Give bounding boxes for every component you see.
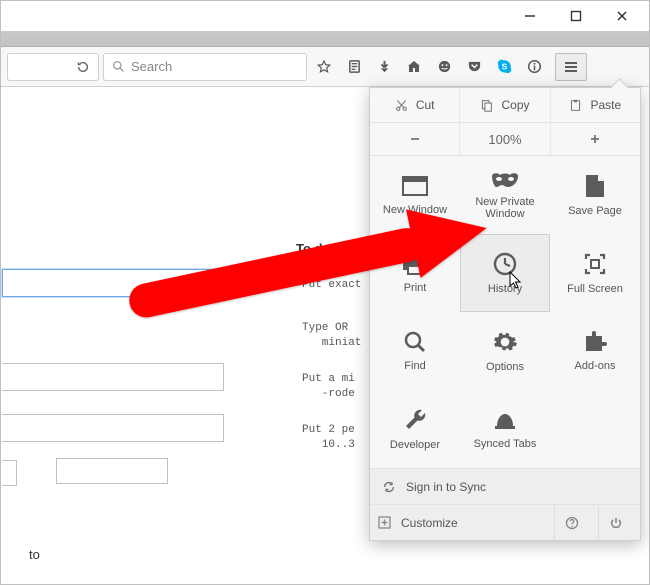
quit-button[interactable] [598, 506, 632, 540]
input-field-1[interactable] [2, 269, 224, 297]
menu-developer[interactable]: Developer [370, 390, 460, 468]
window-titlebar [1, 1, 649, 31]
app-menu-panel: Cut Copy Paste 100% New Window New Priva… [369, 87, 641, 541]
power-icon [609, 516, 623, 530]
menu-print[interactable]: Print [370, 234, 460, 312]
svg-text:S: S [501, 61, 507, 71]
menu-empty-cell [550, 390, 640, 468]
home-icon[interactable] [401, 53, 427, 81]
menu-grid: New Window New Private Window Save Page … [370, 156, 640, 468]
help-button[interactable] [554, 506, 588, 540]
reading-list-icon[interactable] [341, 53, 367, 81]
hint-1: Put exact [302, 278, 361, 293]
menu-synced-tabs[interactable]: Synced Tabs [460, 390, 550, 468]
menu-full-screen[interactable]: Full Screen [550, 234, 640, 312]
sync-icon [382, 480, 396, 494]
skype-icon[interactable]: S [491, 53, 517, 81]
clipboard-icon [569, 99, 582, 112]
info-icon[interactable] [521, 53, 547, 81]
input-field-2[interactable] [2, 363, 224, 391]
mask-icon [490, 170, 520, 190]
menu-find[interactable]: Find [370, 312, 460, 390]
input-field-4b[interactable] [56, 458, 168, 484]
customize-button[interactable]: Customize [401, 516, 458, 530]
plus-icon [378, 516, 391, 529]
minimize-button[interactable] [509, 5, 551, 27]
input-field-4a[interactable] [2, 460, 17, 486]
paste-button[interactable]: Paste [551, 88, 640, 122]
hint-2: Type OR miniat [302, 321, 361, 351]
menu-button[interactable] [555, 53, 587, 81]
search-placeholder: Search [131, 59, 172, 74]
scissors-icon [395, 99, 408, 112]
sign-in-sync[interactable]: Sign in to Sync [370, 468, 640, 504]
hint-3: Put a mi -rode [302, 372, 355, 402]
close-button[interactable] [601, 5, 643, 27]
url-bar[interactable] [7, 53, 99, 81]
hamburger-icon [563, 60, 579, 74]
copy-button[interactable]: Copy [460, 88, 550, 122]
menu-new-private-window[interactable]: New Private Window [460, 156, 550, 234]
menu-history[interactable]: History [460, 234, 550, 312]
cut-button[interactable]: Cut [370, 88, 460, 122]
hint-4: Put 2 pe 10..3 [302, 423, 355, 453]
input-field-3[interactable] [2, 414, 224, 442]
menu-new-window[interactable]: New Window [370, 156, 460, 234]
menu-options[interactable]: Options [460, 312, 550, 390]
maximize-button[interactable] [555, 5, 597, 27]
edit-row: Cut Copy Paste [370, 88, 640, 123]
fullscreen-icon [582, 251, 608, 277]
zoom-out-button[interactable] [370, 123, 460, 155]
downloads-icon[interactable] [371, 53, 397, 81]
smiley-icon[interactable] [431, 53, 457, 81]
page-title: To do this [296, 241, 357, 256]
tab-strip [1, 31, 649, 47]
page-icon [584, 173, 606, 199]
zoom-level[interactable]: 100% [460, 123, 550, 155]
search-box[interactable]: Search [103, 53, 307, 81]
pocket-icon[interactable] [461, 53, 487, 81]
wrench-icon [402, 407, 428, 433]
window-icon [401, 174, 429, 198]
gear-icon [492, 329, 518, 355]
to-label: to [29, 547, 40, 562]
reload-icon[interactable] [76, 60, 90, 74]
zoom-in-button[interactable] [551, 123, 640, 155]
bookmark-star-button[interactable] [311, 53, 337, 81]
menu-addons[interactable]: Add-ons [550, 312, 640, 390]
find-icon [403, 330, 427, 354]
synced-tabs-icon [493, 408, 517, 432]
puzzle-icon [582, 330, 608, 354]
menu-save-page[interactable]: Save Page [550, 156, 640, 234]
zoom-row: 100% [370, 123, 640, 156]
history-icon [492, 251, 518, 277]
copy-icon [480, 99, 493, 112]
search-icon [112, 60, 125, 73]
printer-icon [401, 252, 429, 276]
question-icon [565, 516, 579, 530]
navigation-toolbar: Search S [1, 47, 649, 87]
menu-footer: Customize [370, 504, 640, 540]
